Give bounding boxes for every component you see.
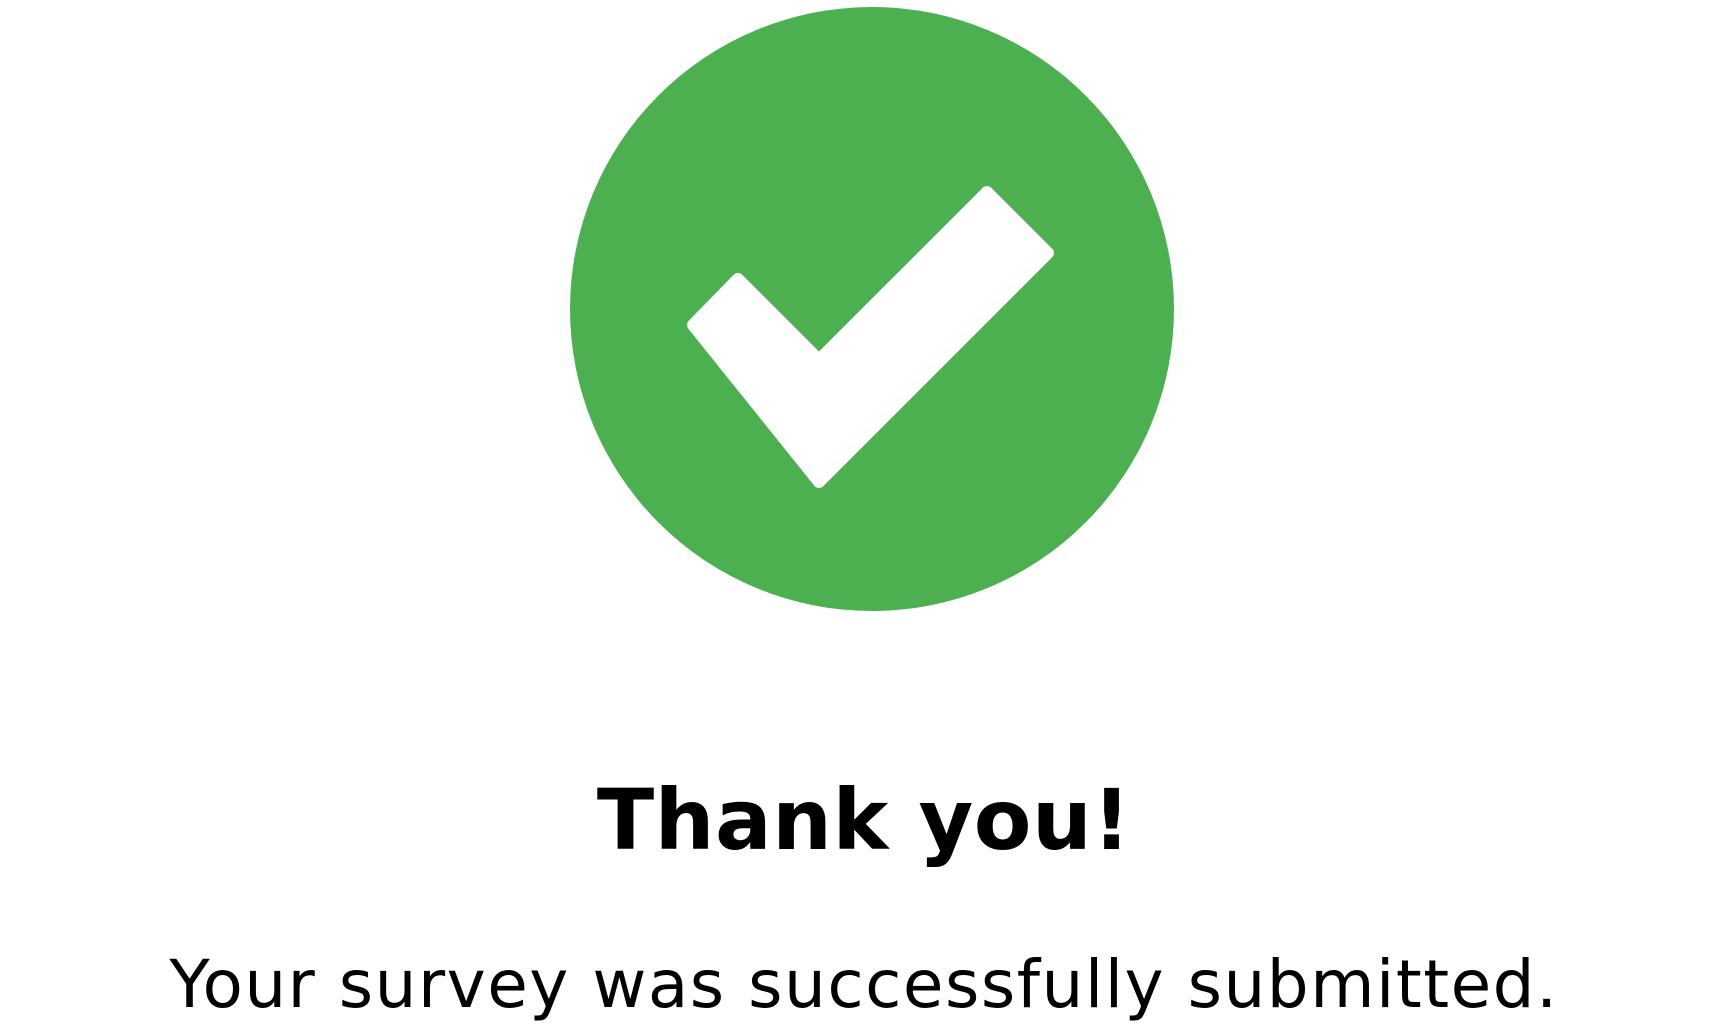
confirmation-message: Your survey was successfully submitted. bbox=[169, 946, 1559, 1023]
page-title: Thank you! bbox=[596, 771, 1132, 869]
survey-confirmation-page: Thank you! Your survey was successfully … bbox=[0, 0, 1728, 1031]
check-circle-icon bbox=[570, 7, 1174, 611]
